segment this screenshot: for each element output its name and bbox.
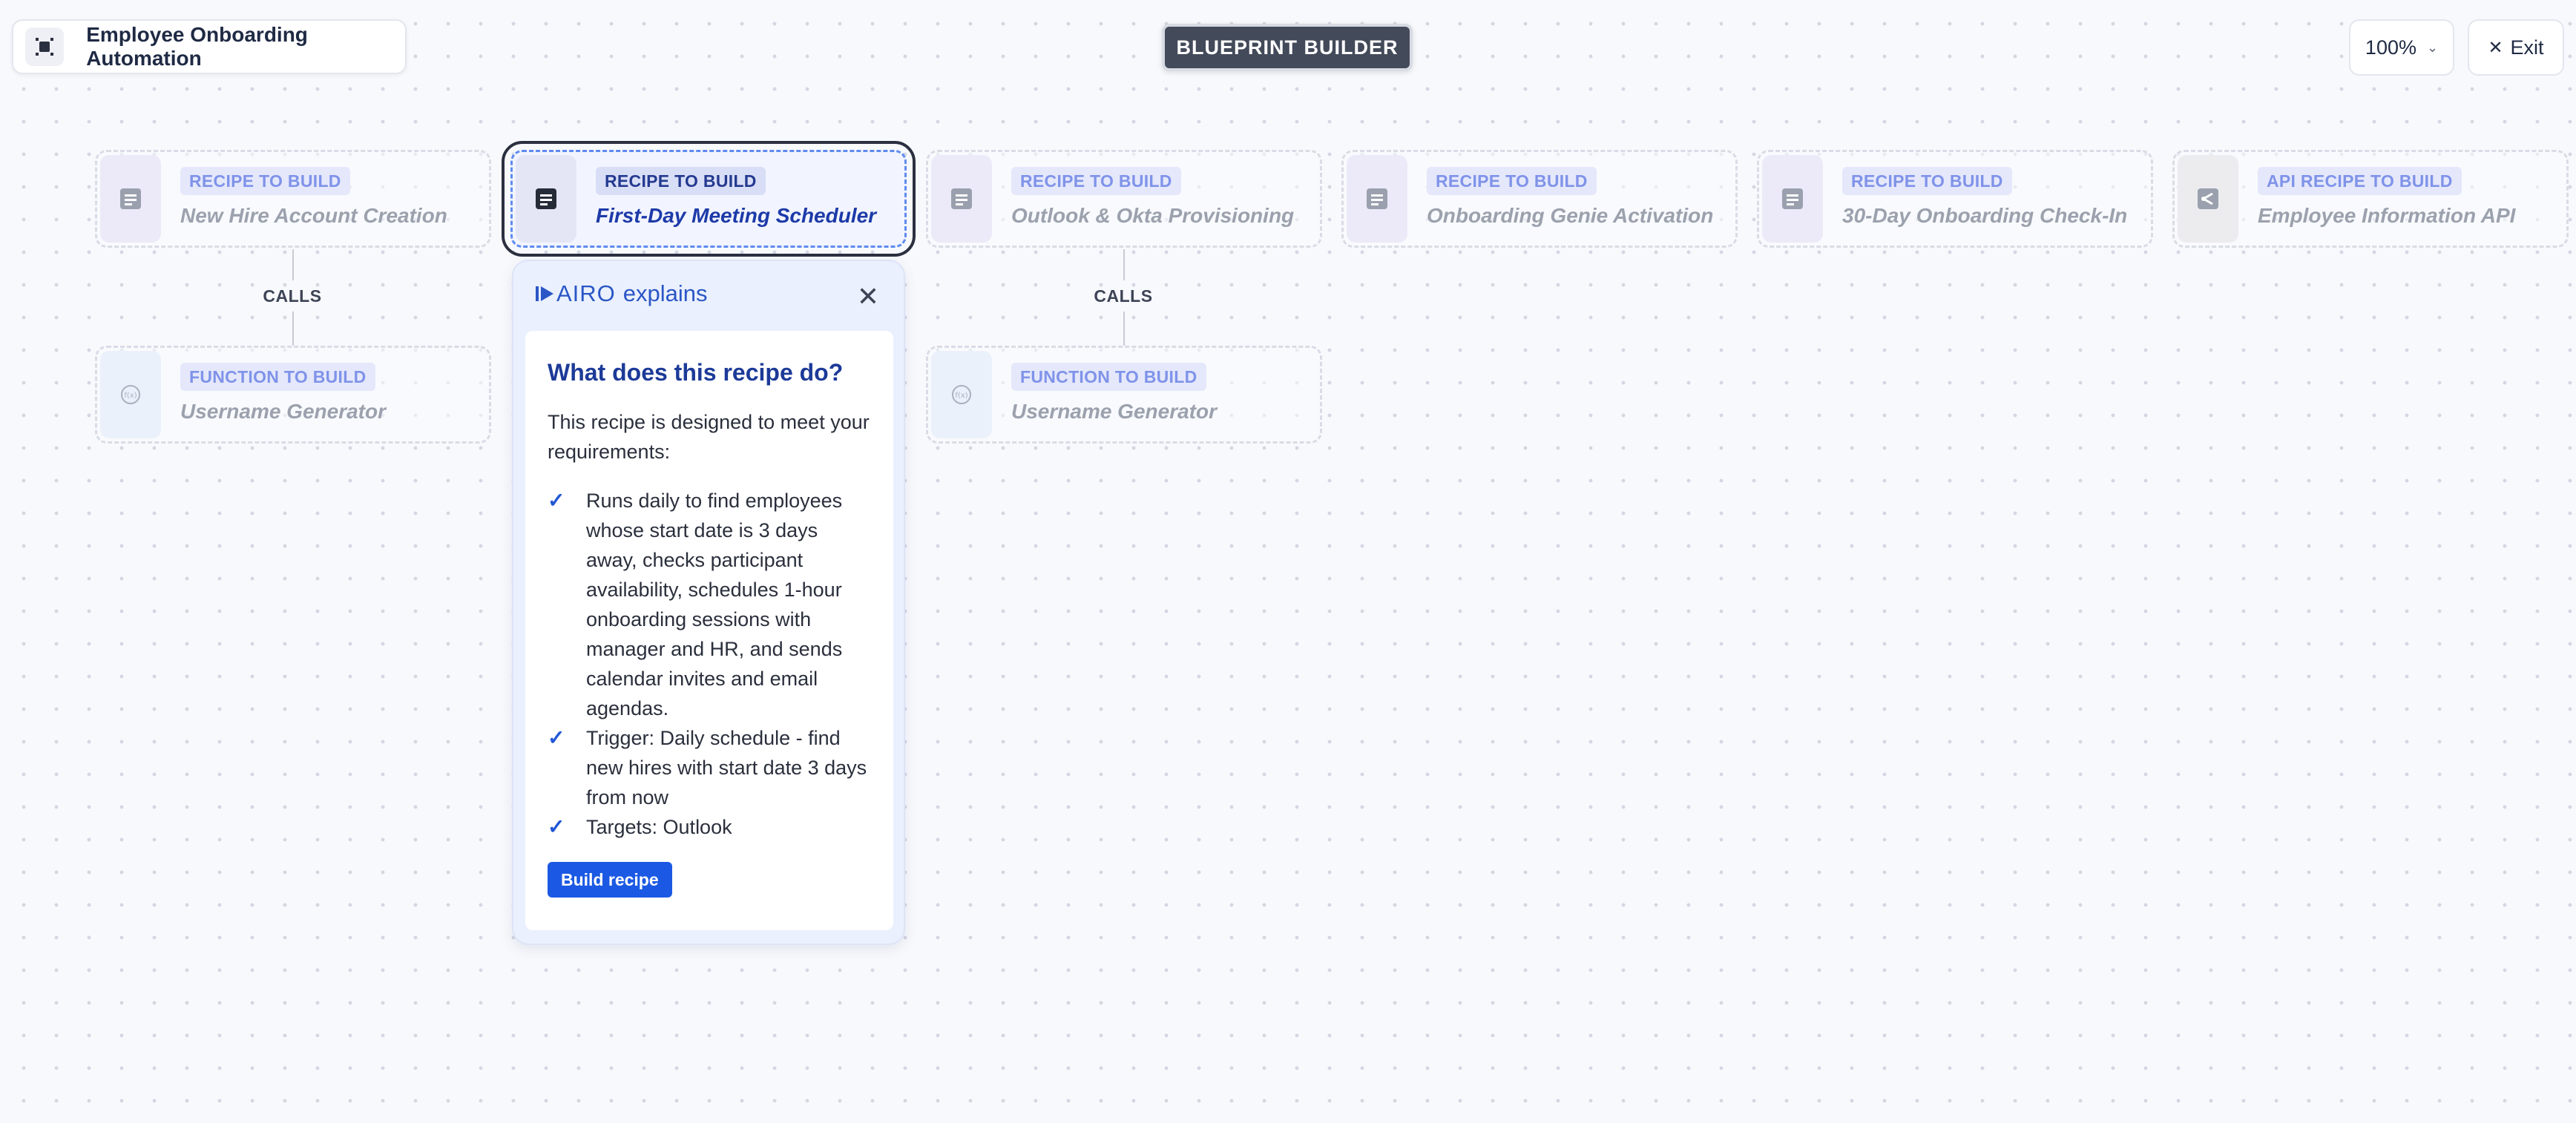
recipe-icon: [1762, 155, 1823, 243]
node-name: Onboarding Genie Activation: [1427, 204, 1714, 227]
close-icon[interactable]: ✕: [855, 283, 881, 310]
recipe-icon: [931, 155, 992, 243]
exit-button[interactable]: ✕ Exit: [2468, 19, 2564, 76]
node-name: First-Day Meeting Scheduler: [596, 204, 877, 227]
node-name: Username Generator: [1011, 400, 1218, 423]
function-node-username-generator[interactable]: f(x) FUNCTION TO BUILD Username Generato…: [95, 346, 491, 444]
explains-label: explains: [622, 280, 708, 306]
node-type-chip: FUNCTION TO BUILD: [180, 363, 375, 391]
connector-line: [292, 312, 294, 346]
popover-header: AIRO explains: [536, 280, 708, 307]
exit-label: Exit: [2510, 36, 2544, 59]
svg-text:f(x): f(x): [955, 392, 967, 400]
function-node-username-generator[interactable]: f(x) FUNCTION TO BUILD Username Generato…: [926, 346, 1322, 444]
calls-label: CALLS: [263, 286, 322, 306]
function-icon: f(x): [931, 351, 992, 438]
zoom-select[interactable]: 100% ⌄: [2349, 19, 2454, 76]
recipe-node-30-day-onboarding-check-in[interactable]: RECIPE TO BUILD 30-Day Onboarding Check-…: [1757, 150, 2153, 248]
build-recipe-button[interactable]: Build recipe: [548, 862, 672, 898]
connector-line: [292, 249, 294, 280]
node-name: Employee Information API: [2258, 204, 2516, 227]
recipe-icon: [100, 155, 161, 243]
list-item: ✓ Trigger: Daily schedule - find new hir…: [548, 723, 871, 812]
check-icon: ✓: [548, 726, 565, 749]
chevron-down-icon: ⌄: [2426, 39, 2439, 55]
popover-intro: This recipe is designed to meet your req…: [548, 411, 870, 463]
blueprint-builder-badge: BLUEPRINT BUILDER: [1162, 24, 1413, 71]
zoom-value: 100%: [2365, 36, 2416, 59]
airo-explains-popover: AIRO explains ✕ What does this recipe do…: [512, 260, 905, 945]
node-type-chip: API RECIPE TO BUILD: [2258, 167, 2462, 195]
popover-heading: What does this recipe do?: [548, 359, 844, 386]
recipe-node-outlook-okta-provisioning[interactable]: RECIPE TO BUILD Outlook & Okta Provision…: [926, 150, 1322, 248]
node-name: Username Generator: [180, 400, 387, 423]
recipe-icon: [516, 155, 576, 243]
calls-label: CALLS: [1094, 286, 1153, 306]
project-title: Employee Onboarding Automation: [86, 23, 308, 70]
close-icon: ✕: [2488, 37, 2503, 58]
recipe-node-onboarding-genie-activation[interactable]: RECIPE TO BUILD Onboarding Genie Activat…: [1341, 150, 1738, 248]
recipe-icon: [1347, 155, 1407, 243]
check-icon: ✓: [548, 489, 565, 512]
node-name: New Hire Account Creation: [180, 204, 447, 227]
airo-play-icon: [536, 286, 553, 301]
node-type-chip: RECIPE TO BUILD: [1011, 167, 1181, 195]
list-item-text: Trigger: Daily schedule - find new hires…: [586, 727, 867, 809]
node-type-chip: RECIPE TO BUILD: [1427, 167, 1597, 195]
popover-body: What does this recipe do? This recipe is…: [525, 331, 893, 930]
project-icon: [25, 27, 65, 66]
node-type-chip: RECIPE TO BUILD: [180, 167, 350, 195]
requirements-list: ✓ Runs daily to find employees whose sta…: [548, 486, 871, 842]
recipe-node-first-day-meeting-scheduler[interactable]: RECIPE TO BUILD First-Day Meeting Schedu…: [502, 141, 916, 257]
connector-line: [1123, 249, 1125, 280]
list-item: ✓ Targets: Outlook: [548, 812, 871, 842]
node-name: 30-Day Onboarding Check-In: [1842, 204, 2128, 227]
airo-brand: AIRO: [556, 280, 616, 306]
list-item-text: Runs daily to find employees whose start…: [586, 490, 843, 719]
node-type-chip: FUNCTION TO BUILD: [1011, 363, 1206, 391]
airo-logo: AIRO: [536, 280, 616, 307]
connector-line: [1123, 312, 1125, 346]
node-name: Outlook & Okta Provisioning: [1011, 204, 1295, 227]
recipe-node-new-hire-account-creation[interactable]: RECIPE TO BUILD New Hire Account Creatio…: [95, 150, 491, 248]
list-item: ✓ Runs daily to find employees whose sta…: [548, 486, 871, 723]
check-icon: ✓: [548, 815, 565, 838]
function-icon: f(x): [100, 351, 161, 438]
api-icon: [2178, 155, 2238, 243]
list-item-text: Targets: Outlook: [586, 816, 732, 838]
svg-text:f(x): f(x): [124, 392, 137, 400]
api-recipe-node-employee-information-api[interactable]: API RECIPE TO BUILD Employee Information…: [2172, 150, 2569, 248]
node-type-chip: RECIPE TO BUILD: [596, 167, 766, 195]
project-title-bar[interactable]: Employee Onboarding Automation: [12, 19, 407, 74]
node-type-chip: RECIPE TO BUILD: [1842, 167, 2012, 195]
